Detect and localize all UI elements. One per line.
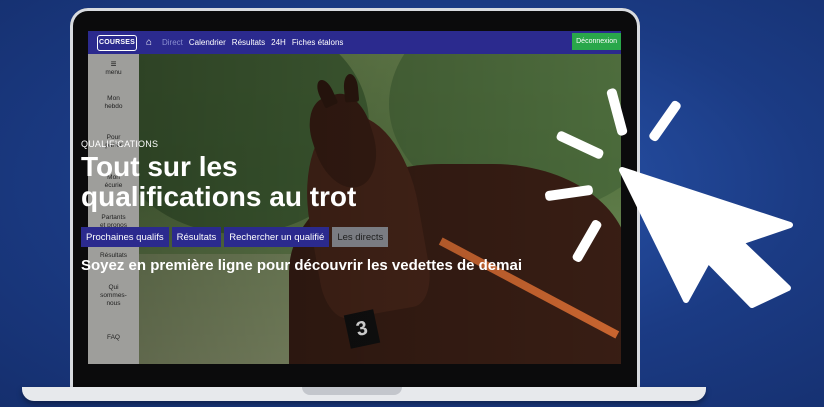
- rechercher-qualifie-button[interactable]: Rechercher un qualifié: [224, 227, 330, 247]
- prochaines-qualifs-button[interactable]: Prochaines qualifs: [81, 227, 169, 247]
- site-logo[interactable]: COURSES: [97, 34, 137, 51]
- sidebar-menu-toggle[interactable]: ≡ menu: [88, 60, 139, 77]
- cursor-arrow-icon: [619, 167, 793, 308]
- hero-eyebrow: QUALIFICATIONS: [81, 139, 159, 149]
- hamburger-icon: ≡: [110, 59, 117, 70]
- sidebar-item-qui-sommes-nous[interactable]: Qui sommes- nous: [88, 284, 139, 308]
- nav-link-calendrier[interactable]: Calendrier: [189, 38, 226, 47]
- sidebar-menu-label: menu: [105, 69, 122, 76]
- les-directs-button[interactable]: Les directs: [332, 227, 389, 247]
- home-icon[interactable]: ⌂: [146, 37, 156, 48]
- sidebar-item-mon-hebdo[interactable]: Mon hebdo: [88, 95, 139, 111]
- nav-link-direct[interactable]: Direct: [162, 38, 183, 47]
- nav-link-24h[interactable]: 24H: [271, 38, 286, 47]
- logout-button[interactable]: Déconnexion: [572, 33, 621, 50]
- hero-title: Tout sur les qualifications au trot: [81, 151, 357, 212]
- hero-tagline: Soyez en première ligne pour découvrir l…: [81, 257, 522, 274]
- hero-button-row: Prochaines qualifs Résultats Rechercher …: [81, 227, 391, 247]
- sidebar-item-faq[interactable]: FAQ: [88, 334, 139, 342]
- resultats-button[interactable]: Résultats: [171, 227, 222, 247]
- top-nav: COURSES ⌂ Direct Calendrier Résultats 24…: [88, 31, 621, 54]
- laptop-notch: [302, 387, 402, 395]
- nav-link-resultats[interactable]: Résultats: [232, 38, 265, 47]
- nav-link-fiches-etalons[interactable]: Fiches étalons: [292, 38, 344, 47]
